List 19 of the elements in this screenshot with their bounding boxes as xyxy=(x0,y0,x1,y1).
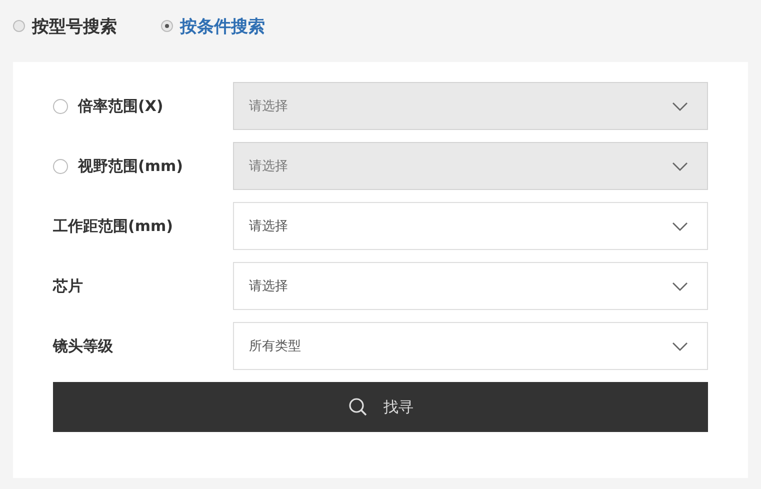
chevron-down-icon xyxy=(672,162,688,170)
filter-label: 镜头等级 xyxy=(53,336,113,356)
chevron-down-icon xyxy=(672,342,688,350)
search-mode-tab[interactable]: 按条件搜索 xyxy=(180,14,265,38)
select-field[interactable]: 请选择 xyxy=(233,262,708,310)
select-field[interactable]: 请选择 xyxy=(233,202,708,250)
search-button[interactable]: 找寻 xyxy=(53,382,708,432)
search-icon xyxy=(348,397,368,417)
filter-label: 工作距范围(mm) xyxy=(53,216,173,236)
radio-button[interactable] xyxy=(161,20,173,32)
search-mode-tab[interactable]: 按型号搜索 xyxy=(32,14,117,38)
filter-label: 视野范围(mm) xyxy=(78,156,183,176)
filter-label: 芯片 xyxy=(53,276,83,296)
radio-button[interactable] xyxy=(13,20,25,32)
filter-label: 倍率范围(X) xyxy=(78,96,164,116)
chevron-down-icon xyxy=(672,102,688,110)
chevron-down-icon xyxy=(672,282,688,290)
chevron-down-icon xyxy=(672,222,688,230)
select-field[interactable]: 所有类型 xyxy=(233,322,708,370)
